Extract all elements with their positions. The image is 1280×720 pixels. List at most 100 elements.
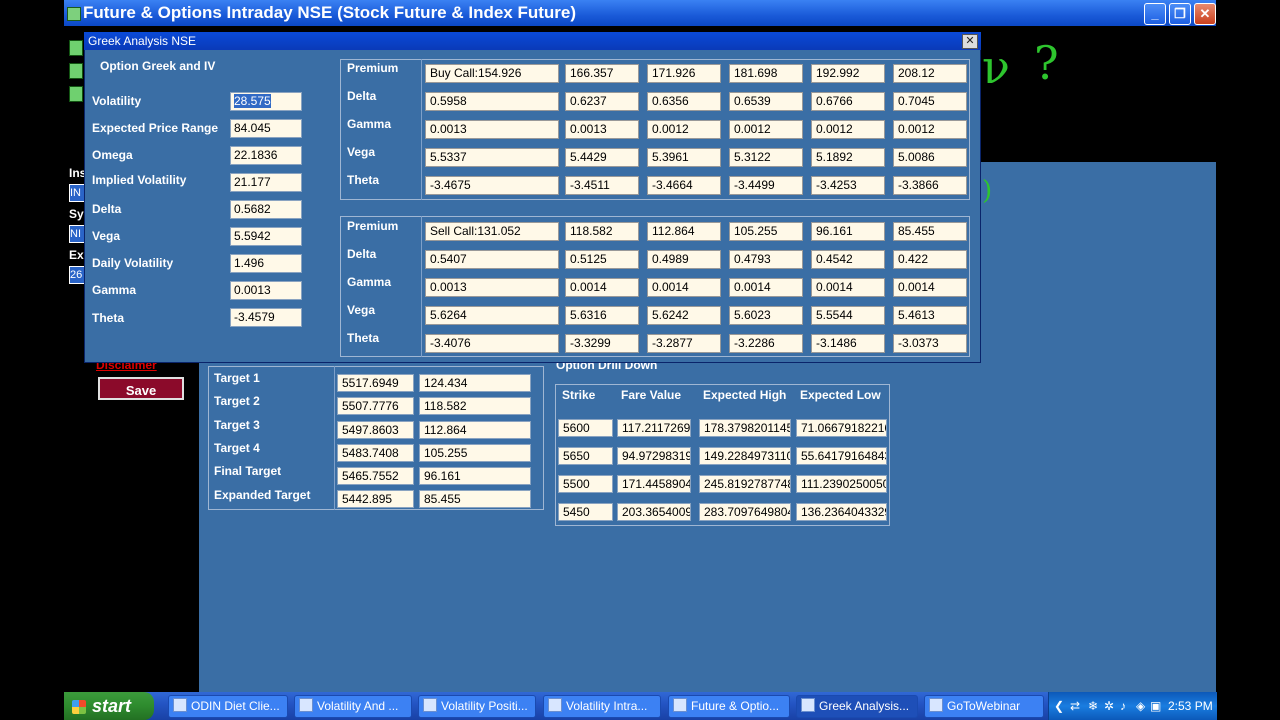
sell-premium-cell: 96.161 (811, 222, 885, 241)
sell-gamma-cell: 0.0013 (425, 278, 559, 297)
sell-vega-cell: 5.5544 (811, 306, 885, 325)
field-label: Expected Price Range (92, 121, 219, 135)
handwriting-glyph: ν (982, 40, 1010, 94)
volatility-field[interactable]: 28.575 (230, 92, 302, 111)
sell-premium-cell: Sell Call:131.052 (425, 222, 559, 241)
column-header: Expected High (703, 388, 787, 402)
sell-vega-cell: 5.6023 (729, 306, 803, 325)
sell-delta-cell: 0.422 (893, 250, 967, 269)
taskbar-item[interactable]: Volatility Positi... (418, 695, 536, 718)
handwriting-glyph: ) (982, 176, 993, 206)
column-header: Fare Value (621, 388, 682, 402)
daily-volatility-field[interactable]: 1.496 (230, 254, 302, 273)
target-price: 5442.895 (337, 490, 414, 508)
target-label: Target 1 (214, 371, 260, 385)
sell-theta-cell: -3.2286 (729, 334, 803, 353)
gotowebinar-icon (929, 698, 943, 712)
tray-app-icon[interactable]: ▣ (1150, 699, 1161, 713)
buy-theta-cell: -3.4253 (811, 176, 885, 195)
buy-delta-cell: 0.6766 (811, 92, 885, 111)
panel-toggle-icon[interactable] (69, 86, 83, 102)
target-price: 5497.8603 (337, 421, 414, 439)
table-divider (334, 366, 335, 510)
sell-theta-cell: -3.1486 (811, 334, 885, 353)
taskbar-item[interactable]: ODIN Diet Clie... (168, 695, 288, 718)
taskbar-item[interactable]: Volatility Intra... (543, 695, 661, 718)
app-window-icon (423, 698, 437, 712)
field-label: Daily Volatility (92, 256, 174, 270)
sell-premium-cell: 112.864 (647, 222, 721, 241)
greek-row-label: Delta (347, 247, 377, 261)
taskbar-item[interactable]: Volatility And ... (294, 695, 412, 718)
close-button[interactable]: ✕ (1194, 3, 1216, 25)
buy-delta-cell: 0.6539 (729, 92, 803, 111)
taskbar-item[interactable]: Future & Optio... (668, 695, 790, 718)
greek-row-label: Premium (347, 61, 399, 75)
target-label: Expanded Target (214, 488, 311, 502)
settings-icon[interactable]: ✲ (1104, 699, 1114, 713)
dialog-title: Greek Analysis NSE (88, 34, 197, 48)
field-label: Delta (92, 202, 122, 216)
buy-gamma-cell: 0.0012 (729, 120, 803, 139)
sell-delta-cell: 0.5125 (565, 250, 639, 269)
dialog-titlebar[interactable] (84, 32, 981, 50)
instrument-field[interactable]: IN (69, 184, 85, 202)
vega-field[interactable]: 5.5942 (230, 227, 302, 246)
panel-toggle-icon[interactable] (69, 63, 83, 79)
drill-cell: 55.64179164843 (796, 447, 887, 465)
buy-theta-cell: -3.4664 (647, 176, 721, 195)
expiry-label: Ex (69, 248, 84, 262)
drill-cell: 283.7097649804 (699, 503, 791, 521)
buy-premium-cell: 181.698 (729, 64, 803, 83)
sell-gamma-cell: 0.0014 (647, 278, 721, 297)
sell-delta-cell: 0.4542 (811, 250, 885, 269)
panel-toggle-icon[interactable] (69, 40, 83, 56)
symbol-label: Sy (69, 207, 84, 221)
maximize-button[interactable]: ❐ (1169, 3, 1191, 25)
target-premium: 118.582 (419, 397, 531, 415)
drill-cell: 149.2284973110 (699, 447, 791, 465)
symbol-field[interactable]: NI (69, 225, 85, 243)
drill-cell: 5500 (558, 475, 613, 493)
snowflake-icon[interactable]: ❄ (1088, 699, 1098, 713)
windows-logo-icon (72, 700, 86, 714)
taskbar-item[interactable]: GoToWebinar (924, 695, 1044, 718)
buy-gamma-cell: 0.0012 (647, 120, 721, 139)
sell-theta-cell: -3.2877 (647, 334, 721, 353)
sell-theta-cell: -3.4076 (425, 334, 559, 353)
security-icon[interactable]: ◈ (1136, 699, 1145, 713)
dialog-close-button[interactable]: ✕ (962, 34, 978, 49)
handwriting-glyph: ? (1034, 36, 1059, 90)
field-label: Vega (92, 229, 121, 243)
implied-volatility-field[interactable]: 21.177 (230, 173, 302, 192)
app-window-icon (673, 698, 687, 712)
app-window-icon (173, 698, 187, 712)
gamma-field[interactable]: 0.0013 (230, 281, 302, 300)
drill-cell: 5650 (558, 447, 613, 465)
app-window-icon (548, 698, 562, 712)
omega-field[interactable]: 22.1836 (230, 146, 302, 165)
buy-gamma-cell: 0.0012 (811, 120, 885, 139)
minimize-button[interactable]: _ (1144, 3, 1166, 25)
expiry-field[interactable]: 26 (69, 266, 85, 284)
start-button[interactable]: start (64, 692, 154, 720)
sell-delta-cell: 0.5407 (425, 250, 559, 269)
target-price: 5507.7776 (337, 397, 414, 415)
greek-row-label: Vega (347, 303, 376, 317)
target-price: 5483.7408 (337, 444, 414, 462)
save-button[interactable]: Save (98, 377, 184, 400)
taskbar-item-active[interactable]: Greek Analysis... (796, 695, 918, 718)
delta-field[interactable]: 0.5682 (230, 200, 302, 219)
network-icon[interactable]: ⇄ (1070, 699, 1080, 713)
buy-theta-cell: -3.3866 (893, 176, 967, 195)
clock[interactable]: 2:53 PM (1168, 699, 1213, 713)
buy-premium-cell: 208.12 (893, 64, 967, 83)
speaker-icon[interactable]: ♪ (1120, 699, 1126, 713)
sell-gamma-cell: 0.0014 (565, 278, 639, 297)
buy-vega-cell: 5.3961 (647, 148, 721, 167)
target-premium: 112.864 (419, 421, 531, 439)
expected-price-range-field[interactable]: 84.045 (230, 119, 302, 138)
theta-field[interactable]: -3.4579 (230, 308, 302, 327)
sell-gamma-cell: 0.0014 (893, 278, 967, 297)
tray-expand-icon[interactable]: ❮ (1054, 699, 1064, 713)
